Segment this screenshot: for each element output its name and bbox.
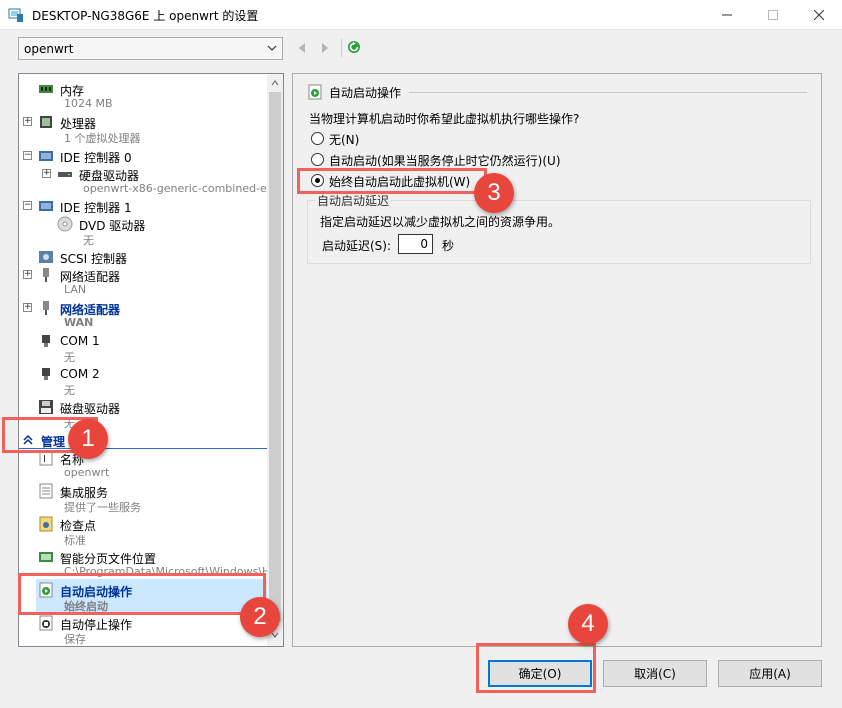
hard-drive-icon (58, 172, 72, 177)
scsi-controller-icon (39, 251, 53, 263)
com-port-icon (42, 335, 50, 347)
radio-button[interactable] (311, 132, 324, 145)
tree-label: COM 2 (60, 367, 100, 381)
tree-sublabel: LAN (64, 283, 87, 296)
apply-button[interactable]: 应用(A) (718, 660, 822, 687)
tree-sublabel: 无 (83, 234, 94, 247)
group-description: 指定启动延迟以减少虚拟机之间的资源争用。 (320, 215, 561, 229)
tree-sublabel: 无 (64, 384, 75, 397)
tree-sublabel: 1024 MB (64, 97, 113, 110)
startup-delay-input[interactable]: 0 (398, 234, 433, 254)
window-title: DESKTOP-NG38G6E 上 openwrt 的设置 (32, 9, 259, 23)
divider (409, 92, 807, 93)
toolbar-divider (341, 39, 342, 57)
expand-icon[interactable]: + (23, 270, 32, 279)
question-text: 当物理计算机启动时你希望此虚拟机执行哪些操作? (309, 112, 580, 126)
forward-arrow-icon[interactable] (320, 42, 330, 54)
startup-delay-group: 自动启动延迟 指定启动延迟以减少虚拟机之间的资源争用。 启动延迟(S): 0 秒 (307, 192, 811, 264)
ide-controller-icon (39, 151, 53, 161)
ide-controller-icon (39, 201, 53, 211)
floppy-disk-icon (39, 400, 53, 414)
annotation-badge-1: 1 (68, 419, 108, 459)
tree-label: SCSI 控制器 (60, 252, 127, 266)
panel-title: 自动启动操作 (329, 86, 402, 100)
auto-stop-icon (39, 615, 53, 631)
settings-panel: 自动启动操作 当物理计算机启动时你希望此虚拟机执行哪些操作? 无(N) 自动启动… (292, 73, 822, 647)
tree-sublabel: openwrt-x86-generic-combined-ex... (83, 182, 284, 195)
checkpoint-icon (39, 516, 53, 532)
maximize-icon (768, 10, 778, 20)
scroll-up-icon[interactable] (271, 79, 279, 87)
processor-icon (40, 116, 52, 128)
collapse-icon[interactable]: − (23, 151, 32, 160)
delay-label: 启动延迟(S): (322, 239, 392, 253)
expand-icon[interactable]: + (42, 169, 51, 178)
minimize-icon (722, 14, 732, 16)
radio-label: 无(N) (329, 133, 360, 147)
network-adapter-icon (43, 268, 49, 282)
tree-sublabel: 保存 (64, 633, 86, 646)
tree-sublabel: 提供了一些服务 (64, 501, 141, 514)
chevron-down-icon (267, 45, 277, 51)
tree-label: IDE 控制器 1 (60, 201, 132, 215)
tree-sublabel: 无 (64, 351, 75, 364)
tree-sublabel: 1 个虚拟处理器 (64, 132, 141, 145)
annotation-badge-3: 3 (474, 173, 514, 213)
close-button[interactable] (796, 0, 842, 30)
auto-start-icon (308, 84, 322, 100)
cancel-button[interactable]: 取消(C) (603, 660, 707, 687)
vm-select-value: openwrt (24, 42, 74, 56)
radio-button[interactable] (311, 153, 324, 166)
com-port-icon (42, 368, 50, 380)
expand-icon[interactable]: + (23, 117, 32, 126)
annotation-badge-4: 4 (568, 604, 608, 644)
annotation-highlight-2 (18, 573, 266, 615)
scrollbar-thumb[interactable] (269, 92, 281, 622)
smart-paging-icon (39, 552, 53, 562)
hyperv-settings-icon (8, 8, 23, 22)
expand-icon[interactable]: + (23, 303, 32, 312)
minimize-button[interactable] (704, 0, 750, 30)
tree-sublabel: WAN (64, 316, 94, 329)
memory-icon (39, 85, 53, 93)
group-title: 自动启动延迟 (316, 192, 391, 209)
delay-unit: 秒 (442, 239, 455, 253)
tree-scrollbar[interactable] (267, 74, 283, 646)
maximize-button[interactable] (750, 0, 796, 30)
tree-label: IDE 控制器 0 (60, 151, 132, 165)
tree-sublabel: openwrt (64, 466, 110, 479)
svg-text:I: I (43, 454, 46, 465)
annotation-highlight-4 (476, 643, 596, 693)
radio-label: 自动启动(如果当服务停止时它仍然运行)(U) (329, 154, 561, 168)
refresh-icon[interactable] (347, 40, 361, 54)
dvd-icon (57, 216, 73, 232)
back-arrow-icon[interactable] (297, 42, 307, 54)
network-adapter-icon (43, 301, 49, 315)
annotation-highlight-3 (297, 168, 487, 194)
title-bar: DESKTOP-NG38G6E 上 openwrt 的设置 (0, 0, 842, 30)
annotation-badge-2: 2 (240, 597, 280, 637)
hardware-tree[interactable]: 内存 1024 MB + 处理器 1 个虚拟处理器 − IDE 控制器 0 + … (18, 73, 284, 647)
collapse-icon[interactable]: − (23, 201, 32, 210)
close-icon (814, 10, 824, 20)
tree-label: COM 1 (60, 334, 100, 348)
vm-select[interactable]: openwrt (18, 37, 283, 60)
tree-sublabel: 标准 (64, 534, 86, 547)
integration-services-icon (39, 483, 53, 499)
